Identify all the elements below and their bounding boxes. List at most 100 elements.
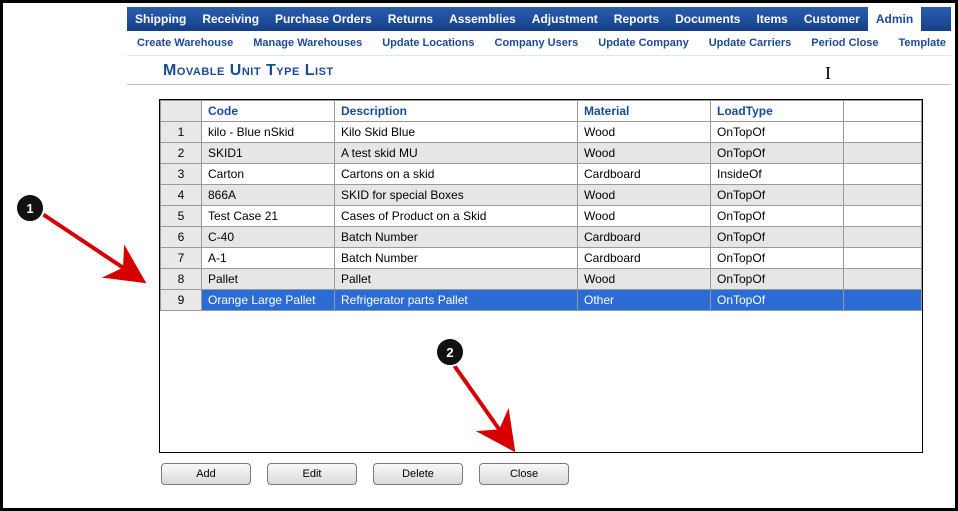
grid-empty-area (160, 311, 922, 452)
cell: OnTopOf (711, 122, 844, 143)
cell (844, 269, 922, 290)
table-row[interactable]: 1kilo - Blue nSkidKilo Skid BlueWoodOnTo… (161, 122, 922, 143)
cell: Pallet (202, 269, 335, 290)
cell (844, 122, 922, 143)
submenu-item-update-company[interactable]: Update Company (588, 37, 698, 49)
row-number: 6 (161, 227, 202, 248)
mainmenu-item-receiving[interactable]: Receiving (194, 7, 267, 31)
submenu-item-create-warehouse[interactable]: Create Warehouse (127, 37, 243, 49)
cell: OnTopOf (711, 227, 844, 248)
add-button[interactable]: Add (161, 463, 251, 485)
row-number: 3 (161, 164, 202, 185)
grid-container: Code Description Material LoadType 1kilo… (159, 99, 923, 453)
cell: Wood (578, 206, 711, 227)
cell (844, 290, 922, 311)
cell: Cardboard (578, 164, 711, 185)
cell: Carton (202, 164, 335, 185)
table-header-row: Code Description Material LoadType (161, 101, 922, 122)
cell: SKID for special Boxes (335, 185, 578, 206)
row-number: 2 (161, 143, 202, 164)
cell: Orange Large Pallet (202, 290, 335, 311)
callout-1: 1 (15, 193, 45, 223)
row-number: 5 (161, 206, 202, 227)
cell: Wood (578, 185, 711, 206)
cell: Refrigerator parts Pallet (335, 290, 578, 311)
edit-button[interactable]: Edit (267, 463, 357, 485)
sub-menu: Create WarehouseManage WarehousesUpdate … (127, 31, 951, 56)
mainmenu-item-adjustment[interactable]: Adjustment (524, 7, 606, 31)
cell (844, 248, 922, 269)
delete-button[interactable]: Delete (373, 463, 463, 485)
cell: OnTopOf (711, 206, 844, 227)
submenu-item-company-users[interactable]: Company Users (485, 37, 589, 49)
col-material[interactable]: Material (578, 101, 711, 122)
cell (844, 227, 922, 248)
submenu-item-update-locations[interactable]: Update Locations (372, 37, 484, 49)
mainmenu-item-documents[interactable]: Documents (667, 7, 748, 31)
app-content: ShippingReceivingPurchase OrdersReturnsA… (127, 7, 951, 504)
table-row[interactable]: 8PalletPalletWoodOnTopOf (161, 269, 922, 290)
mainmenu-item-customer[interactable]: Customer (796, 7, 868, 31)
cell: A test skid MU (335, 143, 578, 164)
cell (844, 185, 922, 206)
row-number: 4 (161, 185, 202, 206)
mainmenu-item-shipping[interactable]: Shipping (127, 7, 194, 31)
cell (844, 164, 922, 185)
submenu-item-manage-warehouses[interactable]: Manage Warehouses (243, 37, 372, 49)
table-row[interactable]: 7A-1Batch NumberCardboardOnTopOf (161, 248, 922, 269)
cell (844, 143, 922, 164)
main-menu: ShippingReceivingPurchase OrdersReturnsA… (127, 7, 951, 31)
row-number: 1 (161, 122, 202, 143)
cell: Pallet (335, 269, 578, 290)
cell: Batch Number (335, 248, 578, 269)
cell: OnTopOf (711, 185, 844, 206)
cell: A-1 (202, 248, 335, 269)
mainmenu-item-reports[interactable]: Reports (606, 7, 667, 31)
cell: Wood (578, 269, 711, 290)
table-row[interactable]: 2SKID1A test skid MUWoodOnTopOf (161, 143, 922, 164)
cell: OnTopOf (711, 269, 844, 290)
cell: Batch Number (335, 227, 578, 248)
unit-type-table[interactable]: Code Description Material LoadType 1kilo… (160, 100, 922, 311)
row-number: 8 (161, 269, 202, 290)
submenu-item-period-close[interactable]: Period Close (801, 37, 888, 49)
table-body: 1kilo - Blue nSkidKilo Skid BlueWoodOnTo… (161, 122, 922, 311)
submenu-item-update-carriers[interactable]: Update Carriers (699, 37, 802, 49)
mainmenu-item-purchase-orders[interactable]: Purchase Orders (267, 7, 380, 31)
text-cursor-icon: I (825, 63, 831, 84)
cell: C-40 (202, 227, 335, 248)
mainmenu-item-returns[interactable]: Returns (380, 7, 441, 31)
row-number: 9 (161, 290, 202, 311)
cell: Kilo Skid Blue (335, 122, 578, 143)
cell: SKID1 (202, 143, 335, 164)
cell: Cardboard (578, 248, 711, 269)
col-code[interactable]: Code (202, 101, 335, 122)
cell: Cases of Product on a Skid (335, 206, 578, 227)
mainmenu-item-items[interactable]: Items (748, 7, 795, 31)
row-number: 7 (161, 248, 202, 269)
row-number-header (161, 101, 202, 122)
cell: Other (578, 290, 711, 311)
table-row[interactable]: 5Test Case 21Cases of Product on a SkidW… (161, 206, 922, 227)
close-button[interactable]: Close (479, 463, 569, 485)
mainmenu-item-assemblies[interactable]: Assemblies (441, 7, 524, 31)
table-row[interactable]: 3CartonCartons on a skidCardboardInsideO… (161, 164, 922, 185)
cell: Cartons on a skid (335, 164, 578, 185)
mainmenu-item-admin[interactable]: Admin (868, 7, 921, 31)
submenu-item-template[interactable]: Template (889, 37, 956, 49)
button-row: Add Edit Delete Close (127, 453, 951, 485)
cell: kilo - Blue nSkid (202, 122, 335, 143)
cell: OnTopOf (711, 290, 844, 311)
col-loadtype[interactable]: LoadType (711, 101, 844, 122)
table-row[interactable]: 9Orange Large PalletRefrigerator parts P… (161, 290, 922, 311)
cell: Test Case 21 (202, 206, 335, 227)
cell: OnTopOf (711, 248, 844, 269)
cell: OnTopOf (711, 143, 844, 164)
table-row[interactable]: 4866ASKID for special BoxesWoodOnTopOf (161, 185, 922, 206)
table-row[interactable]: 6C-40Batch NumberCardboardOnTopOf (161, 227, 922, 248)
col-description[interactable]: Description (335, 101, 578, 122)
cell (844, 206, 922, 227)
cell: InsideOf (711, 164, 844, 185)
cell: 866A (202, 185, 335, 206)
cell: Wood (578, 122, 711, 143)
